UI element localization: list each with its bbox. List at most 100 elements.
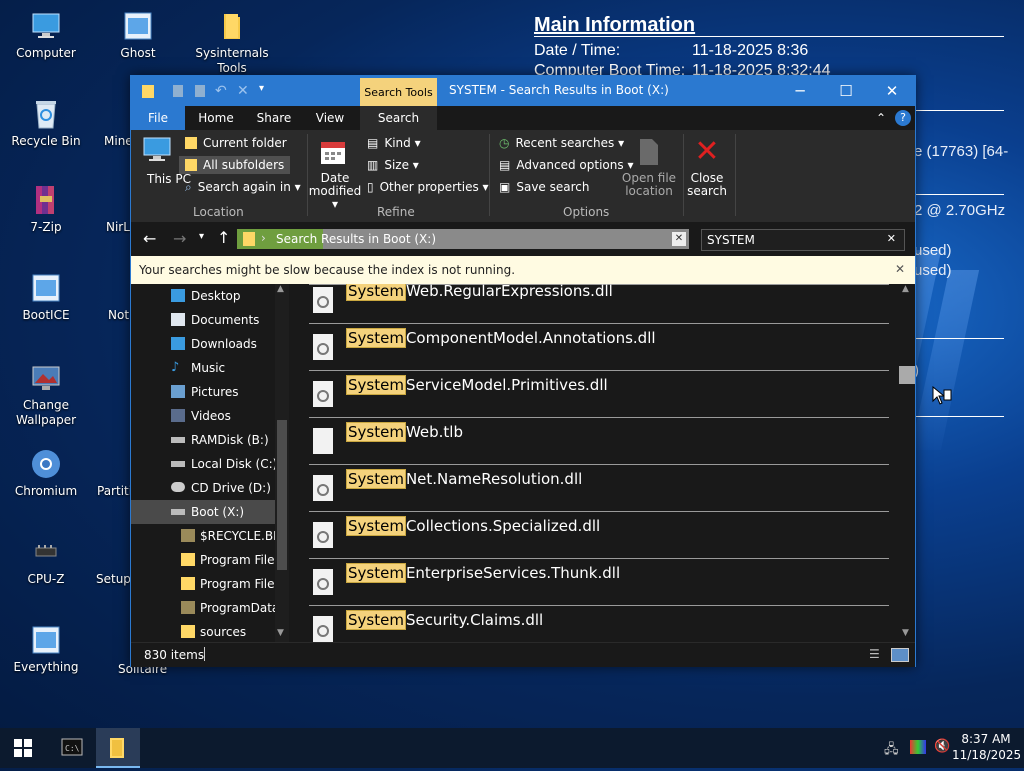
kind-button[interactable]: ▤ Kind ▾ <box>367 136 421 150</box>
desktop-icon-computer[interactable]: Computer <box>4 10 88 61</box>
close-warning-icon[interactable]: ✕ <box>895 262 905 276</box>
desktop-icon-everything[interactable]: Everything <box>4 624 88 675</box>
nav-item-sources[interactable]: sources <box>131 620 275 642</box>
date-modified-button[interactable]: Date modified ▾ <box>307 172 363 211</box>
nav-item-desktop[interactable]: Desktop <box>131 284 275 308</box>
tab-share[interactable]: Share <box>251 106 297 130</box>
network-icon[interactable]: 🖧 <box>884 740 900 757</box>
delete-icon[interactable]: ✕ <box>237 83 251 99</box>
nav-item-documents[interactable]: Documents <box>131 308 275 332</box>
results-scrollbar[interactable]: ▲ ▼ <box>899 284 915 642</box>
title-bar[interactable]: ↶ ✕ ▾ Search Tools SYSTEM - Search Resul… <box>131 76 915 106</box>
documents-folder-icon <box>171 313 185 326</box>
open-file-location-button[interactable]: Open file location <box>621 172 677 198</box>
tab-view[interactable]: View <box>307 106 353 130</box>
list-item[interactable]: System ServiceModel.Primitives.dll <box>309 371 889 418</box>
nav-item-program-files-x86[interactable]: Program Files <box>131 572 275 596</box>
all-subfolders-button[interactable]: All subfolders <box>179 156 291 174</box>
desktop-icon-setup[interactable]: Setup <box>90 536 131 587</box>
nav-item-local-disk[interactable]: Local Disk (C:) <box>131 452 275 476</box>
results-scroll-thumb[interactable] <box>899 366 915 384</box>
file-name: System EnterpriseServices.Thunk.dll <box>346 563 620 583</box>
clear-search-icon[interactable]: ✕ <box>887 232 896 245</box>
nav-item-pictures[interactable]: Pictures <box>131 380 275 404</box>
new-folder-icon[interactable] <box>193 83 207 99</box>
tab-search[interactable]: Search <box>360 106 437 130</box>
search-input[interactable]: SYSTEM <box>707 233 755 247</box>
save-search-button[interactable]: ▣ Save search <box>499 180 589 194</box>
list-item[interactable]: System ComponentModel.Annotations.dll <box>309 324 889 371</box>
desktop-icon-recycle-bin[interactable]: Recycle Bin <box>4 98 88 149</box>
nav-scrollbar[interactable]: ▲ ▼ <box>275 284 289 642</box>
scroll-down-icon[interactable]: ▼ <box>277 628 284 638</box>
tab-file[interactable]: File <box>131 106 185 130</box>
display-icon[interactable] <box>910 740 926 754</box>
list-item[interactable]: System Security.Claims.dll <box>309 606 889 642</box>
advanced-options-button[interactable]: ▤ Advanced options ▾ <box>499 158 633 172</box>
list-item[interactable]: System Web.tlb <box>309 418 889 465</box>
close-button[interactable]: ✕ <box>869 76 915 106</box>
size-button[interactable]: ▥ Size ▾ <box>367 158 419 172</box>
file-name: System Web.RegularExpressions.dll <box>346 284 613 301</box>
taskbar-explorer-button[interactable] <box>96 728 140 768</box>
scroll-up-icon[interactable]: ▲ <box>902 284 909 294</box>
nav-item-cd-drive[interactable]: CD Drive (D:) v <box>131 476 275 500</box>
other-properties-button[interactable]: ▯ Other properties ▾ <box>367 180 489 194</box>
desktop-icon-nirl[interactable]: NirL <box>90 184 130 235</box>
address-bar[interactable]: › Search Results in Boot (X:) <box>237 229 689 249</box>
list-item[interactable]: System Collections.Specialized.dll <box>309 512 889 559</box>
clock[interactable]: 8:37 AM 11/18/2025 <box>952 731 1021 763</box>
recent-locations-chevron-icon[interactable]: ▾ <box>199 231 204 242</box>
undo-icon[interactable]: ↶ <box>215 83 229 99</box>
large-icons-view-icon[interactable] <box>891 648 909 662</box>
desktop-icon-chromium[interactable]: Chromium <box>4 448 88 499</box>
scroll-down-icon[interactable]: ▼ <box>902 628 909 638</box>
help-icon[interactable]: ? <box>895 110 911 126</box>
volume-muted-icon[interactable]: 🔇 <box>934 739 950 754</box>
list-item[interactable]: System Web.RegularExpressions.dll <box>309 284 889 324</box>
scroll-up-icon[interactable]: ▲ <box>277 284 284 294</box>
taskbar-cmd-button[interactable]: C:\ <box>50 728 94 768</box>
list-item[interactable]: System EnterpriseServices.Thunk.dll <box>309 559 889 606</box>
nav-scroll-thumb[interactable] <box>277 420 287 570</box>
nav-item-program-files[interactable]: Program Files <box>131 548 275 572</box>
nav-item-boot[interactable]: Boot (X:) <box>131 500 275 524</box>
desktop-icon-ghost[interactable]: Ghost <box>96 10 180 61</box>
nav-item-videos[interactable]: Videos <box>131 404 275 428</box>
list-item[interactable]: System Net.NameResolution.dll <box>309 465 889 512</box>
minimize-button[interactable]: ─ <box>777 76 823 106</box>
desktop-icon-mine[interactable]: Mine <box>90 98 133 149</box>
collapse-ribbon-icon[interactable]: ⌃ <box>873 106 889 130</box>
nav-label: Documents <box>191 313 260 327</box>
up-button[interactable]: ↑ <box>217 228 230 247</box>
desktop-icon-7zip[interactable]: 7-Zip <box>4 184 88 235</box>
back-button[interactable]: ← <box>143 229 156 248</box>
search-box[interactable]: SYSTEM ✕ <box>701 229 905 251</box>
cancel-search-icon[interactable]: ✕ <box>672 232 686 246</box>
nav-item-ramdisk[interactable]: RAMDisk (B:) <box>131 428 275 452</box>
index-warning-bar[interactable]: Your searches might be slow because the … <box>131 256 915 284</box>
start-button[interactable] <box>0 728 46 768</box>
details-view-icon[interactable]: ☰ <box>869 647 885 661</box>
folder-icon <box>181 601 195 614</box>
forward-button[interactable]: → <box>173 229 186 248</box>
desktop-icon-not[interactable]: Not <box>90 272 130 323</box>
current-folder-button[interactable]: Current folder <box>185 136 287 150</box>
customize-qat-chevron-icon[interactable]: ▾ <box>259 83 273 99</box>
ribbon-separator <box>683 134 684 216</box>
properties-icon[interactable] <box>171 83 185 99</box>
desktop-icon-bootice[interactable]: BootICE <box>4 272 88 323</box>
tab-home[interactable]: Home <box>193 106 239 130</box>
desktop-icon-partiti[interactable]: Partiti <box>90 448 132 499</box>
desktop-icon-change-wallpaper[interactable]: Change Wallpaper <box>4 362 88 428</box>
desktop-icon-cpuz[interactable]: CPU-Z <box>4 536 88 587</box>
maximize-button[interactable]: ☐ <box>823 76 869 106</box>
close-search-button[interactable]: Close search <box>687 172 727 198</box>
desktop-icon-sysinternals[interactable]: Sysinternals Tools <box>190 10 274 76</box>
nav-item-recycle-bin-folder[interactable]: $RECYCLE.BIN <box>131 524 275 548</box>
search-again-in-button[interactable]: ⌕ Search again in ▾ <box>185 180 301 195</box>
nav-item-music[interactable]: ♪ Music <box>131 356 275 380</box>
nav-item-downloads[interactable]: Downloads <box>131 332 275 356</box>
nav-item-programdata[interactable]: ProgramData <box>131 596 275 620</box>
recent-searches-button[interactable]: ◷ Recent searches ▾ <box>499 136 624 150</box>
